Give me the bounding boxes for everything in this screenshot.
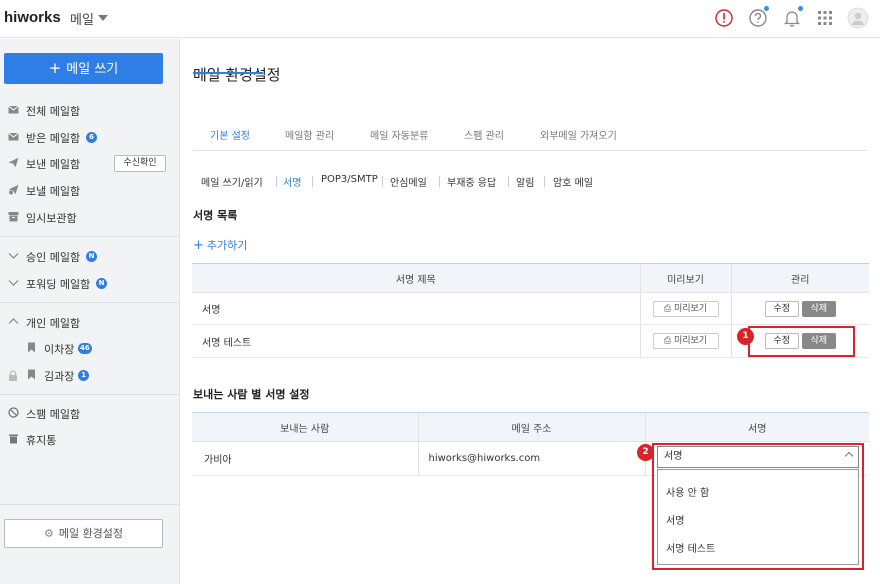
sidebar-item-folder-lee[interactable]: 이차장 46 [26,339,116,357]
edit-button[interactable]: 수정 [764,300,799,317]
gear-icon: ⚙ [43,527,54,540]
new-badge: N [96,278,107,289]
preview-cell: ⎙ 미리보기 [639,292,731,325]
chevron-down-icon [8,253,19,259]
top-bar: hiworks 메일 [0,0,880,38]
active-tab-indicator [193,72,263,74]
mail-settings-button[interactable]: ⚙ 메일 환경설정 [4,519,163,548]
block-icon [8,407,19,418]
unread-badge: 1 [78,370,89,381]
tab-basic-settings[interactable]: 기본 설정 [210,127,250,142]
signature-title-cell: 서명 [192,292,640,325]
mail-icon [8,132,19,141]
table-row: 서명 ⎙ 미리보기 수정 삭제 [192,292,869,325]
mail-stack-icon [8,105,19,114]
preview-icon: ⎙ [663,336,674,346]
manage-cell: 수정 삭제 [730,292,869,325]
sidebar-item-approval[interactable]: 승인 메일함 N [8,247,128,265]
preview-icon: ⎙ [663,303,674,314]
trash-icon [9,434,18,444]
subtab-pop3-smtp[interactable]: POP3/SMTP [321,174,378,185]
column-header-sender: 보내는 사람 [192,412,418,442]
tab-mailbox-management[interactable]: 메일함 관리 [285,127,334,142]
bookmark-icon [28,369,35,380]
preview-cell: ⎙ 미리보기 [639,324,731,358]
highlight-box-2 [652,443,864,570]
notification-dot [798,6,803,11]
send-icon [8,157,19,168]
sidebar-divider [0,394,180,395]
page-title: 메일 환경설정 [193,66,281,84]
new-badge: N [86,251,97,262]
settings-tabs: 기본 설정 메일함 관리 메일 자동분류 스팸 관리 외부메일 가져오기 [193,117,867,151]
sender-signature-title: 보내는 사람 별 서명 설정 [193,388,310,401]
tab-auto-sort[interactable]: 메일 자동분류 [370,127,428,142]
sidebar: + 메일 쓰기 전체 메일함 받은 메일함 6 보낸 메일함 수신확인 보낼 메일… [0,39,180,584]
subtab-divider [544,176,545,187]
subtab-secure-mail[interactable]: 안심메일 [390,174,427,189]
preview-button[interactable]: ⎙ 미리보기 [652,300,719,317]
chevron-up-icon [8,318,19,324]
column-header-title: 서명 제목 [192,263,640,293]
subtab-divider [508,176,509,187]
subtab-compose-read[interactable]: 메일 쓰기/읽기 [201,174,263,189]
sidebar-item-sent[interactable]: 보낸 메일함 [8,154,108,172]
read-receipt-button[interactable]: 수신확인 [114,155,166,172]
avatar[interactable] [847,7,869,29]
unread-badge: 46 [78,343,92,354]
archive-icon [8,212,19,222]
compose-button[interactable]: + 메일 쓰기 [4,53,163,84]
bookmark-icon [28,342,35,353]
sidebar-item-folder-kim[interactable]: 김과장 1 [26,366,116,384]
annotation-badge-1: 1 [737,328,754,345]
signature-title-cell: 서명 테스트 [192,324,640,358]
chevron-down-icon [8,280,19,286]
app-switcher-label[interactable]: 메일 [70,9,94,28]
add-signature-link[interactable]: + 추가하기 [193,237,247,253]
sidebar-divider [0,236,180,237]
delete-button[interactable]: 삭제 [801,300,836,317]
logo[interactable]: hiworks [4,9,61,26]
sidebar-item-inbox[interactable]: 받은 메일함 6 [8,128,108,146]
annotation-badge-2: 2 [637,444,654,461]
sidebar-divider [0,302,180,303]
apps-grid-icon[interactable] [814,7,836,29]
column-header-manage: 관리 [730,263,869,293]
preview-button[interactable]: ⎙ 미리보기 [652,333,719,349]
email-cell: hiworks@hiworks.com [417,441,645,476]
plus-icon: + [193,238,204,253]
subtab-notification[interactable]: 알림 [516,174,534,189]
main-content: 메일 환경설정 기본 설정 메일함 관리 메일 자동분류 스팸 관리 외부메일 … [181,39,880,584]
signature-list-title: 서명 목록 [193,209,238,222]
subtab-signature[interactable]: 서명 [283,174,301,189]
tab-spam-management[interactable]: 스팸 관리 [464,127,504,142]
column-header-preview: 미리보기 [639,263,731,293]
chevron-down-icon[interactable] [98,15,108,21]
highlight-box-1 [748,326,855,357]
notification-dot [764,6,769,11]
subtab-encrypted-mail[interactable]: 암호 메일 [553,174,593,189]
subtab-divider [382,176,383,187]
column-header-email: 메일 주소 [417,412,645,442]
sidebar-divider [0,504,180,505]
sender-cell: 가비아 [192,441,418,476]
subtab-auto-reply[interactable]: 부재중 응답 [447,174,496,189]
scheduled-send-icon [8,184,19,195]
subtab-divider [312,176,313,187]
subtab-divider [276,176,277,187]
alert-icon[interactable] [713,7,735,29]
tab-external-mail[interactable]: 외부메일 가져오기 [540,127,617,142]
sidebar-item-forwarding[interactable]: 포워딩 메일함 N [8,274,128,292]
column-header-signature: 서명 [644,412,869,442]
subtab-divider [439,176,440,187]
lock-icon [9,370,17,381]
unread-badge: 6 [86,132,97,143]
